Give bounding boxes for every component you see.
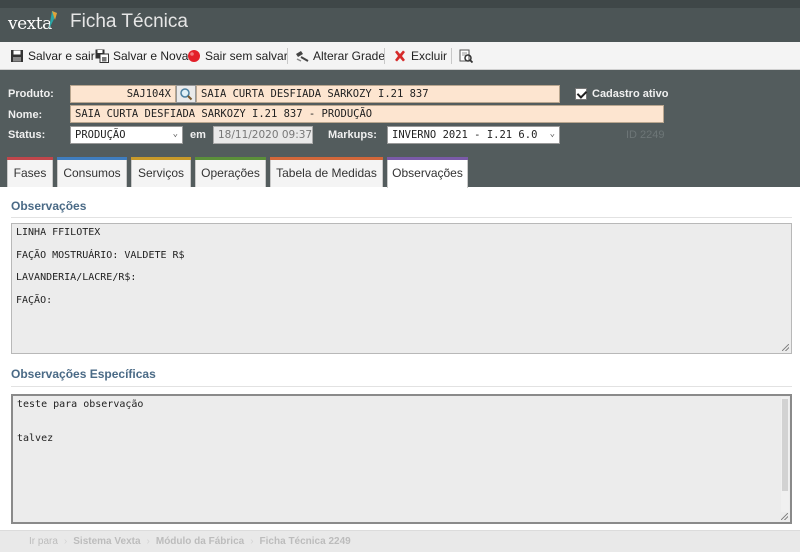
produto-description-input[interactable]: SAIA CURTA DESFIADA SARKOZY I.21 837	[196, 85, 560, 103]
delete-label: Excluir	[411, 49, 448, 63]
go-to-label: Ir para	[29, 536, 58, 547]
breadcrumb-item[interactable]: Módulo da Fábrica	[156, 536, 244, 547]
tab-consumos[interactable]: Consumos	[57, 157, 127, 187]
markup-value: INVERNO 2021 - I.21 6.0	[392, 129, 538, 141]
grid-tool-icon	[296, 51, 309, 62]
change-grid-button[interactable]: Alterar Grade	[295, 47, 385, 65]
cadastro-ativo-checkbox[interactable]	[575, 88, 587, 100]
exit-no-save-button[interactable]: Sair sem salvar	[187, 47, 288, 65]
tab-color-bar	[7, 157, 53, 160]
breadcrumb-separator: ›	[146, 536, 150, 547]
vexta-logo: vexta	[8, 14, 52, 34]
status-label: Status:	[8, 129, 46, 141]
text-line: FAÇÃO MOSTRUÁRIO: VALDETE R$	[16, 249, 185, 261]
tab-label: Serviços	[137, 166, 184, 180]
tab-fases[interactable]: Fases	[7, 157, 53, 187]
red-circle-icon	[188, 50, 200, 62]
change-grid-label: Alterar Grade	[313, 49, 386, 63]
page-title: Ficha Técnica	[70, 11, 188, 32]
print-preview-icon	[459, 49, 473, 63]
save-new-label: Salvar e Nova	[113, 49, 189, 63]
status-date-field: 18/11/2020 09:37	[213, 126, 313, 144]
breadcrumb-item[interactable]: Sistema Vexta	[73, 536, 140, 547]
save-new-button[interactable]: Salvar e Nova	[95, 47, 188, 65]
markups-label: Markups:	[328, 129, 377, 141]
red-x-icon	[395, 50, 405, 62]
breadcrumb: Ir para › Sistema Vexta › Módulo da Fábr…	[0, 530, 800, 552]
text-line: teste para observação	[17, 399, 144, 410]
status-select[interactable]: PRODUÇÃO ⌄	[70, 126, 183, 144]
vertical-scrollbar[interactable]	[781, 397, 789, 512]
observacoes-textarea[interactable]: LINHA FFILOTEX FAÇÃO MOSTRUÁRIO: VALDETE…	[11, 223, 792, 354]
resize-handle[interactable]	[781, 513, 788, 520]
text-line	[17, 416, 786, 433]
markups-select[interactable]: INVERNO 2021 - I.21 6.0 ⌄	[387, 126, 560, 144]
tab-label: Observações	[392, 166, 463, 180]
preview-button[interactable]	[459, 47, 473, 65]
save-exit-label: Salvar e sair	[28, 49, 95, 63]
tab-color-bar	[387, 157, 468, 160]
produto-search-button[interactable]	[176, 85, 196, 103]
nome-input[interactable]: SAIA CURTA DESFIADA SARKOZY I.21 837 - P…	[70, 105, 664, 123]
toolbar: Salvar e sair Salvar e Nova Sair sem sal…	[0, 42, 800, 70]
record-id: ID 2249	[626, 129, 665, 141]
observacoes-heading: Observações	[11, 199, 87, 213]
tab-color-bar	[131, 157, 191, 160]
delete-button[interactable]: Excluir	[393, 47, 447, 65]
section-divider	[11, 386, 792, 387]
tab-label: Operações	[201, 166, 260, 180]
text-line: FAÇÃO:	[16, 294, 53, 306]
floppy-disk-icon	[11, 50, 23, 62]
save-new-icon	[95, 49, 109, 63]
cadastro-ativo-label: Cadastro ativo	[592, 88, 669, 100]
toolbar-divider	[287, 48, 288, 64]
breadcrumb-separator: ›	[250, 536, 254, 547]
tab-servicos[interactable]: Serviços	[131, 157, 191, 187]
logo-mark-icon	[49, 11, 57, 29]
tab-label: Consumos	[63, 166, 121, 180]
chevron-down-icon: ⌄	[172, 129, 178, 139]
observacoes-especificas-textarea[interactable]: teste para observação talvez	[11, 394, 792, 524]
exit-no-save-label: Sair sem salvar	[205, 49, 288, 63]
nome-label: Nome:	[8, 109, 43, 121]
observacoes-especificas-heading: Observações Específicas	[11, 367, 156, 381]
resize-handle[interactable]	[782, 344, 789, 351]
tab-label: Tabela de Medidas	[276, 166, 377, 180]
breadcrumb-item[interactable]: Ficha Técnica 2249	[260, 536, 351, 547]
tab-label: Fases	[13, 166, 47, 180]
text-line: LINHA FFILOTEX	[16, 227, 101, 238]
scrollbar-thumb[interactable]	[782, 399, 788, 491]
toolbar-divider	[384, 48, 385, 64]
text-line: talvez	[17, 433, 54, 444]
produto-code-input[interactable]: SAJ104X	[70, 85, 176, 103]
em-label: em	[190, 129, 206, 141]
tab-operacoes[interactable]: Operações	[195, 157, 266, 187]
tab-color-bar	[57, 157, 127, 160]
save-exit-button[interactable]: Salvar e sair	[10, 47, 95, 65]
status-value: PRODUÇÃO	[75, 129, 126, 141]
toolbar-divider	[451, 48, 452, 64]
text-line: LAVANDERIA/LACRE/R$:	[16, 272, 137, 283]
tab-observacoes[interactable]: Observações	[387, 157, 468, 188]
produto-label: Produto:	[8, 88, 54, 100]
tab-tabela-de-medidas[interactable]: Tabela de Medidas	[270, 157, 383, 187]
title-bar: vexta Ficha Técnica	[0, 8, 800, 42]
tab-color-bar	[195, 157, 266, 160]
top-strip	[0, 0, 800, 8]
magnifier-icon	[180, 88, 193, 101]
section-divider	[11, 217, 792, 218]
breadcrumb-separator: ›	[63, 536, 68, 547]
tab-color-bar	[270, 157, 383, 160]
chevron-down-icon: ⌄	[549, 129, 555, 139]
